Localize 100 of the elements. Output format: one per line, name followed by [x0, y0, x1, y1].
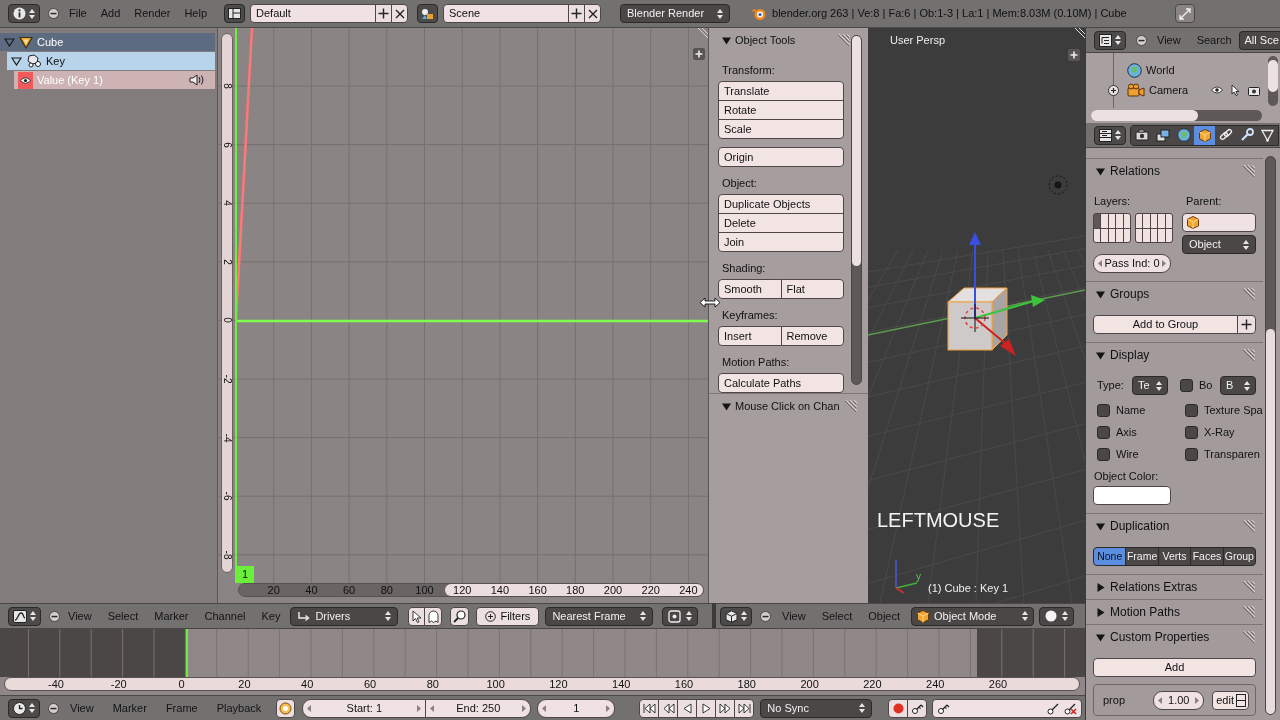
search-button[interactable]: [450, 606, 470, 626]
enum-option[interactable]: Frame: [1125, 547, 1159, 566]
tool-button[interactable]: Remove: [780, 326, 844, 346]
editor-type-button[interactable]: [8, 606, 41, 626]
panel-header[interactable]: Relations Extras: [1086, 575, 1263, 599]
menu-item[interactable]: Add: [93, 4, 128, 23]
layer-toggle[interactable]: [1101, 228, 1108, 242]
scrollbar-thumb[interactable]: [1266, 329, 1275, 714]
channel-row[interactable]: Key: [7, 52, 215, 70]
enum-option[interactable]: None: [1093, 547, 1127, 566]
panel-header[interactable]: Object Tools: [709, 28, 868, 52]
playback-button[interactable]: [639, 698, 660, 718]
layer-toggle[interactable]: [1158, 228, 1165, 242]
show-hidden-button[interactable]: [424, 606, 443, 626]
fullscreen-button[interactable]: [1175, 4, 1195, 23]
pass-index-field[interactable]: Pass Ind: 0: [1093, 254, 1171, 273]
scene-browse-button[interactable]: [417, 4, 438, 23]
keying-set-field[interactable]: [932, 698, 1083, 718]
layer-toggle[interactable]: [1158, 214, 1165, 228]
panel-header[interactable]: Motion Paths: [1086, 600, 1263, 624]
horizontal-scrollbar[interactable]: 20 40 60 80 100 120 140 160 180 200 220 240: [238, 583, 704, 597]
menu-item[interactable]: View: [775, 607, 813, 625]
layer-toggle[interactable]: [1116, 214, 1123, 228]
disclosure-triangle-icon[interactable]: [1096, 632, 1105, 642]
disclosure-triangle-icon[interactable]: [1096, 521, 1105, 531]
eye-icon[interactable]: [18, 71, 33, 89]
layer-toggle[interactable]: [1101, 214, 1108, 228]
timeline-scrollbar[interactable]: -40 -20 0 20 40 60 80 100 120 140 160 180 200 220 240 260: [4, 677, 1080, 691]
checkbox[interactable]: [1097, 447, 1110, 461]
outliner-item-label[interactable]: World: [1146, 64, 1175, 76]
layer-toggle[interactable]: [1108, 228, 1116, 242]
checkbox[interactable]: [1185, 403, 1198, 417]
menu-item[interactable]: Select: [814, 607, 860, 625]
layer-toggle[interactable]: [1094, 228, 1101, 242]
parent-type-dropdown[interactable]: Object: [1182, 235, 1256, 254]
add-property-button[interactable]: Add: [1093, 658, 1256, 677]
menu-item[interactable]: View: [1150, 31, 1188, 49]
horizontal-scrollbar[interactable]: [1091, 110, 1262, 121]
editor-type-button[interactable]: [1094, 125, 1126, 145]
pivot-dropdown[interactable]: [662, 606, 699, 626]
add-button[interactable]: [1237, 315, 1256, 334]
render-engine-dropdown[interactable]: Blender Render: [620, 4, 730, 23]
tool-button[interactable]: Origin: [718, 147, 844, 167]
snap-dropdown[interactable]: Nearest Frame: [545, 606, 654, 626]
start-frame-field[interactable]: Start: 1: [302, 698, 427, 718]
add-button[interactable]: [375, 4, 392, 23]
tool-button[interactable]: Calculate Paths: [718, 373, 844, 393]
panel-header[interactable]: Relations: [1086, 159, 1263, 183]
tool-button[interactable]: Smooth: [718, 279, 782, 299]
layer-toggle[interactable]: [1123, 214, 1130, 228]
scrollbar-thumb[interactable]: [445, 584, 703, 596]
tool-button[interactable]: Flat: [780, 279, 844, 299]
layer-toggle[interactable]: [1116, 228, 1123, 242]
panel-header[interactable]: Groups: [1086, 282, 1263, 306]
tool-button[interactable]: Insert: [718, 326, 782, 346]
menu-item[interactable]: Marker: [105, 699, 154, 717]
editor-type-button[interactable]: [8, 4, 40, 23]
layer-toggle[interactable]: [1136, 228, 1143, 242]
checkbox[interactable]: [1185, 447, 1198, 461]
color-swatch-field[interactable]: [1093, 486, 1171, 505]
auto-keying-button[interactable]: [276, 698, 296, 718]
scrollbar-thumb[interactable]: [1268, 60, 1278, 92]
layer-toggle[interactable]: [1094, 214, 1101, 228]
playback-button[interactable]: [677, 698, 698, 718]
property-value-field[interactable]: 1.00: [1153, 690, 1205, 710]
tool-button[interactable]: Scale: [718, 119, 844, 139]
channel-row[interactable]: Cube: [0, 33, 215, 51]
expand-plus-icon[interactable]: [1108, 84, 1119, 96]
tool-button[interactable]: Translate: [718, 81, 844, 101]
layer-toggle[interactable]: [1136, 214, 1143, 228]
tool-button[interactable]: Rotate: [718, 100, 844, 120]
menu-item[interactable]: View: [61, 607, 99, 625]
close-button[interactable]: [391, 4, 408, 23]
collapse-icon[interactable]: [48, 702, 59, 714]
layer-toggle[interactable]: [1150, 228, 1158, 242]
playback-button[interactable]: [696, 698, 717, 718]
playback-button[interactable]: [734, 698, 755, 718]
disclosure-triangle-icon[interactable]: [1096, 582, 1105, 592]
interaction-mode-dropdown[interactable]: Object Mode: [911, 606, 1035, 626]
vertical-scrollbar[interactable]: [1265, 156, 1276, 715]
playback-button[interactable]: [658, 698, 679, 718]
editor-type-button[interactable]: [720, 606, 752, 626]
display-type-dropdown[interactable]: Te: [1131, 376, 1168, 395]
mode-dropdown[interactable]: Drivers: [290, 606, 399, 626]
enum-option[interactable]: Group: [1222, 547, 1257, 566]
speaker-icon[interactable]: [189, 74, 205, 86]
disclosure-triangle-icon[interactable]: [1096, 350, 1105, 360]
region-toggle-icon[interactable]: [693, 48, 705, 60]
editor-type-button[interactable]: [8, 698, 40, 718]
layout-browse-button[interactable]: [224, 4, 245, 23]
outliner-item-label[interactable]: Camera: [1149, 84, 1189, 96]
checkbox[interactable]: [1097, 403, 1110, 417]
layout-name-field[interactable]: Default: [250, 4, 376, 23]
vertical-scrollbar[interactable]: [1268, 56, 1278, 106]
layer-toggle[interactable]: [1165, 228, 1172, 242]
menu-item[interactable]: Help: [177, 4, 214, 23]
menu-item[interactable]: Search: [1189, 31, 1239, 49]
layer-toggle[interactable]: [1143, 214, 1150, 228]
panel-header[interactable]: Mouse Click on Chan: [709, 394, 868, 418]
checkbox[interactable]: [1179, 379, 1193, 392]
